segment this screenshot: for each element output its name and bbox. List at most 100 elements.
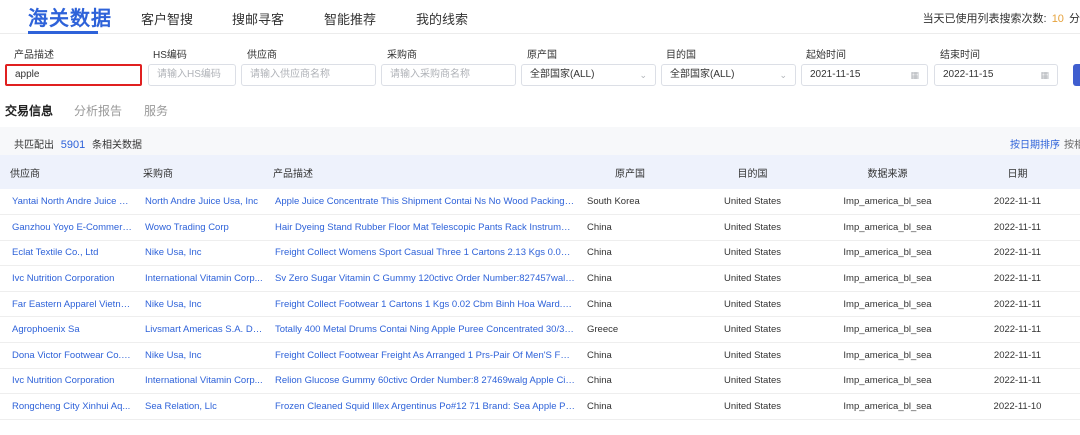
table-row[interactable]: Rongcheng City Xinhui Aq... Sea Relation,… <box>0 394 1080 420</box>
buyer-cell[interactable]: International Vitamin Corp... <box>133 368 263 394</box>
table-row[interactable]: Ganzhou Yoyo E-Commerc... Wowo Trading Co… <box>0 215 1080 241</box>
product-cell[interactable]: Freight Collect Footwear Freight As Arra… <box>263 343 575 369</box>
buyer-cell[interactable]: Sea Relation, Llc <box>133 394 263 420</box>
destination-cell: United States <box>723 273 782 285</box>
origin-cell: China <box>587 375 612 387</box>
source-cell: Imp_america_bl_sea <box>843 324 932 336</box>
chevron-down-icon: ⌄ <box>639 70 647 80</box>
date-cell: 2022-11-11 <box>993 298 1042 310</box>
tab-my-leads[interactable]: 我的线索 <box>416 9 468 28</box>
date-cell: 2022-11-11 <box>993 247 1042 259</box>
product-cell[interactable]: Apple Juice Concentrate This Shipment Co… <box>263 189 575 215</box>
table-row[interactable]: Yantai North Andre Juice C... North Andre… <box>0 189 1080 215</box>
supplier-cell[interactable]: Ganzhou Yoyo E-Commerc... <box>0 215 133 241</box>
origin-cell: China <box>587 349 612 361</box>
quota-count: 10 <box>1051 13 1064 25</box>
col-header-product[interactable]: 产品描述 <box>263 155 575 189</box>
buyer-cell[interactable]: North Andre Juice Usa, Inc <box>133 189 263 215</box>
result-count: 5901 <box>60 139 86 151</box>
col-header-origin[interactable]: 原产国 <box>575 155 685 189</box>
start-date-value: 2021-11-15 <box>810 69 861 80</box>
product-cell[interactable]: Totally 400 Metal Drums Contai Ning Appl… <box>263 317 575 343</box>
end-date-label: 结束时间 <box>940 50 980 61</box>
col-header-destination[interactable]: 目的国 <box>685 155 820 189</box>
date-cell: 2022-11-11 <box>993 273 1042 285</box>
buyer-cell[interactable]: Nike Usa, Inc <box>133 343 263 369</box>
source-cell: Imp_america_bl_sea <box>843 298 932 310</box>
col-header-supplier[interactable]: 供应商 <box>0 155 133 189</box>
source-cell: Imp_america_bl_sea <box>843 221 932 233</box>
date-cell: 2022-11-11 <box>993 196 1042 208</box>
table-row[interactable]: Ivc Nutrition Corporation International V… <box>0 266 1080 292</box>
table-row[interactable]: Far Eastern Apparel Vietna... Nike Usa, I… <box>0 291 1080 317</box>
product-cell[interactable]: Hair Dyeing Stand Rubber Floor Mat Teles… <box>263 215 575 241</box>
sort-by-date-button[interactable]: 按日期排序 <box>1010 136 1060 151</box>
col-header-source[interactable]: 数据来源 <box>820 155 955 189</box>
date-cell: 2022-11-11 <box>993 349 1042 361</box>
end-date-value: 2022-11-15 <box>943 69 994 80</box>
buyer-cell[interactable]: Nike Usa, Inc <box>133 291 263 317</box>
col-header-date[interactable]: 日期 <box>955 155 1080 189</box>
result-summary-bar: 共匹配出 5901 条相关数据 按日期排序 按相 <box>0 127 1080 155</box>
dest-label: 目的国 <box>666 50 696 61</box>
col-header-buyer[interactable]: 采购商 <box>133 155 263 189</box>
tab-customer-search[interactable]: 客户智搜 <box>141 9 193 28</box>
date-cell: 2022-11-10 <box>993 401 1042 413</box>
destination-cell: United States <box>723 298 782 310</box>
supplier-cell[interactable]: Ivc Nutrition Corporation <box>0 368 133 394</box>
product-input[interactable]: apple <box>5 64 142 86</box>
tab-email-search[interactable]: 搜邮寻客 <box>232 9 284 28</box>
start-date-label: 起始时间 <box>806 50 846 61</box>
supplier-label: 供应商 <box>247 50 277 61</box>
buyer-cell[interactable]: Livsmart Americas S.A. De ... <box>133 317 263 343</box>
search-button[interactable] <box>1073 64 1080 86</box>
dest-select[interactable]: 全部国家(ALL) ⌄ <box>661 64 796 86</box>
table-row[interactable]: Agrophoenix Sa Livsmart Americas S.A. De … <box>0 317 1080 343</box>
tab-transactions[interactable]: 交易信息 <box>5 102 53 119</box>
origin-cell: China <box>587 247 612 259</box>
product-cell[interactable]: Frozen Cleaned Squid Illex Argentinus Po… <box>263 394 575 420</box>
product-label: 产品描述 <box>14 50 54 61</box>
origin-label: 原产国 <box>527 50 557 61</box>
supplier-cell[interactable]: Yantai North Andre Juice C... <box>0 189 133 215</box>
brand-tab[interactable]: 海关数据 <box>28 2 112 31</box>
supplier-cell[interactable]: Agrophoenix Sa <box>0 317 133 343</box>
buyer-label: 采购商 <box>387 50 417 61</box>
start-date-input[interactable]: 2021-11-15 ▦ <box>801 64 928 86</box>
supplier-cell[interactable]: Rongcheng City Xinhui Aq... <box>0 394 133 420</box>
source-cell: Imp_america_bl_sea <box>843 247 932 259</box>
product-cell[interactable]: Freight Collect Womens Sport Casual Thre… <box>263 240 575 266</box>
supplier-cell[interactable]: Ivc Nutrition Corporation <box>0 266 133 292</box>
supplier-cell[interactable]: Far Eastern Apparel Vietna... <box>0 291 133 317</box>
destination-cell: United States <box>723 375 782 387</box>
buyer-cell[interactable]: International Vitamin Corp... <box>133 266 263 292</box>
source-cell: Imp_america_bl_sea <box>843 273 932 285</box>
product-cell[interactable]: Freight Collect Footwear 1 Cartons 1 Kgs… <box>263 291 575 317</box>
calendar-icon: ▦ <box>910 70 919 80</box>
search-quota: 当天已使用列表搜索次数: 10 分 <box>923 10 1080 26</box>
hs-code-input[interactable]: 请输入HS编码 <box>148 64 236 86</box>
supplier-cell[interactable]: Eclat Textile Co., Ltd <box>0 240 133 266</box>
result-summary: 共匹配出 5901 条相关数据 <box>14 136 142 151</box>
destination-cell: United States <box>723 401 782 413</box>
origin-select[interactable]: 全部国家(ALL) ⌄ <box>521 64 656 86</box>
product-cell[interactable]: Sv Zero Sugar Vitamin C Gummy 120ctivc O… <box>263 266 575 292</box>
table-row[interactable]: Ivc Nutrition Corporation International V… <box>0 368 1080 394</box>
supplier-cell[interactable]: Dona Victor Footwear Co., ... <box>0 343 133 369</box>
buyer-cell[interactable]: Wowo Trading Corp <box>133 215 263 241</box>
end-date-input[interactable]: 2022-11-15 ▦ <box>934 64 1058 86</box>
product-cell[interactable]: Relion Glucose Gummy 60ctivc Order Numbe… <box>263 368 575 394</box>
table-row[interactable]: Dona Victor Footwear Co., ... Nike Usa, I… <box>0 343 1080 369</box>
buyer-cell[interactable]: Nike Usa, Inc <box>133 240 263 266</box>
supplier-input[interactable]: 请输入供应商名称 <box>241 64 376 86</box>
origin-cell: China <box>587 401 612 413</box>
table-row[interactable]: Eclat Textile Co., Ltd Nike Usa, Inc Freig… <box>0 240 1080 266</box>
sort-by-relevance-button[interactable]: 按相 <box>1064 136 1080 151</box>
tab-service[interactable]: 服务 <box>144 102 168 119</box>
buyer-input[interactable]: 请输入采购商名称 <box>381 64 516 86</box>
transactions-table: 供应商 采购商 产品描述 原产国 目的国 数据来源 日期 Yantai Nort… <box>0 155 1080 420</box>
origin-value: 全部国家(ALL) <box>530 69 595 80</box>
source-cell: Imp_america_bl_sea <box>843 196 932 208</box>
tab-smart-recommend[interactable]: 智能推荐 <box>324 9 376 28</box>
tab-analysis-report[interactable]: 分析报告 <box>74 102 122 119</box>
